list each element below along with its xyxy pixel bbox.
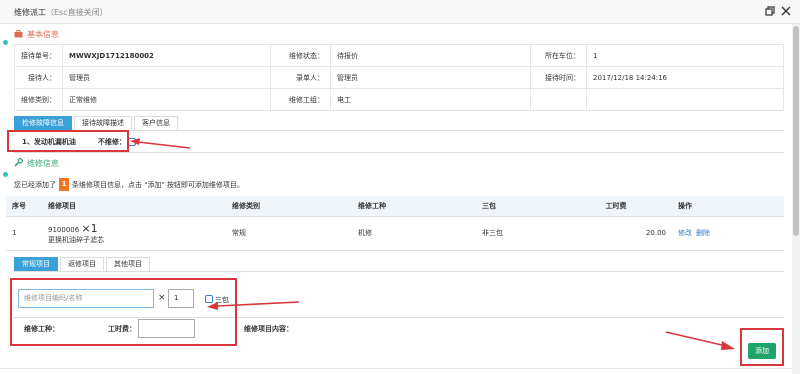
tab-inspection-fault[interactable]: 检修故障信息 (14, 116, 72, 130)
info-label (530, 88, 587, 111)
info-label: 接待单号： (14, 44, 63, 67)
add-button[interactable]: 添加 (748, 343, 776, 359)
info-label: 录单人： (270, 66, 331, 89)
col-header: 维修项目 (42, 196, 226, 217)
info-value: 管理员 (330, 66, 531, 89)
section-divider (14, 152, 784, 153)
scrollbar-thumb[interactable] (793, 26, 799, 236)
info-label: 所在车位： (530, 44, 587, 67)
repair-items-table: 序号 维修项目 维修类别 维修工种 三包 工时费 操作 1 9100006 ×1… (6, 196, 784, 251)
item-type-tabs: 常规项目 返修项目 其他项目 (14, 257, 152, 271)
wrench-icon (14, 158, 23, 169)
tab-reception-fault[interactable]: 接待故障描述 (74, 116, 132, 130)
basic-info-table: 接待单号： MWWXJD1712180002 维修状态： 待报价 所在车位： 1… (14, 44, 784, 111)
dialog-title: 维修派工（Esc直接关闭） (14, 7, 108, 18)
fault-tabs: 检修故障信息 接待故障描述 客户信息 (14, 116, 180, 130)
added-prefix: 您已经添加了 (14, 180, 56, 189)
content-label: 维修项目内容： (244, 325, 293, 333)
cell-actions: 修改 删除 (672, 216, 784, 251)
info-value: 电工 (330, 88, 531, 111)
info-row: 接待人： 管理员 录单人： 管理员 接待时间： 2017/12/18 14:24… (14, 66, 784, 89)
repair-info-heading: 维修信息 (14, 158, 59, 169)
dialog-title-hint: （Esc直接关闭） (46, 8, 108, 17)
info-value: 2017/12/18 14:24:16 (586, 66, 784, 89)
info-label: 维修工组： (270, 88, 331, 111)
section-dot (3, 40, 8, 45)
dialog-titlebar: 维修派工（Esc直接关闭） (0, 0, 800, 24)
added-count-badge: 1 (59, 178, 69, 191)
added-message: 您已经添加了 1 条维修项目信息，点击 "添加" 按钮即可添加维修项目。 (14, 178, 244, 191)
cell-item: 9100006 ×1 更换机油碎子滤芯 (42, 216, 226, 251)
cell-category: 常规 (226, 216, 352, 251)
info-value: 待报价 (330, 44, 531, 67)
col-header: 维修类别 (226, 196, 352, 217)
info-label: 接待人： (14, 66, 63, 89)
dialog-title-text: 维修派工 (14, 8, 46, 17)
info-value: 1 (586, 44, 784, 67)
col-header: 维修工种 (352, 196, 476, 217)
info-value (586, 88, 784, 111)
briefcase-icon (14, 29, 23, 40)
cell-cost: 20.00 (560, 216, 672, 251)
added-suffix: 条维修项目信息，点击 "添加" 按钮即可添加维修项目。 (72, 180, 244, 189)
close-icon[interactable] (780, 6, 792, 18)
basic-info-heading-text: 基本信息 (27, 30, 59, 39)
info-value: MWWXJD1712180002 (62, 44, 271, 67)
item-code: 9100006 (48, 225, 80, 234)
info-label: 维修状态： (270, 44, 331, 67)
edit-link[interactable]: 修改 (678, 229, 692, 237)
basic-info-heading: 基本信息 (14, 29, 59, 40)
footer-divider (0, 368, 792, 369)
col-header: 三包 (476, 196, 560, 217)
info-label: 维修类别： (14, 88, 63, 111)
info-value: 正常维修 (62, 88, 271, 111)
col-header: 序号 (6, 196, 42, 217)
annotation-arrow (130, 138, 191, 149)
table-row: 1 9100006 ×1 更换机油碎子滤芯 常规 机修 非三包 20.00 修改… (6, 216, 784, 251)
repair-info-heading-text: 维修信息 (27, 159, 59, 168)
annotation-arrow (665, 331, 735, 350)
cell-no: 1 (6, 216, 42, 251)
info-label: 接待时间： (530, 66, 587, 89)
info-row: 维修类别： 正常维修 维修工组： 电工 (14, 88, 784, 111)
tab-divider (14, 130, 784, 131)
info-row: 接待单号： MWWXJD1712180002 维修状态： 待报价 所在车位： 1 (14, 44, 784, 67)
section-dot (3, 172, 8, 177)
annotation-arrow (207, 301, 300, 310)
highlight-box (7, 130, 129, 152)
col-header: 工时费 (560, 196, 672, 217)
tab-regular-items[interactable]: 常规项目 (14, 257, 58, 271)
col-header: 操作 (672, 196, 784, 217)
table-header-row: 序号 维修项目 维修类别 维修工种 三包 工时费 操作 (6, 196, 784, 217)
info-value: 管理员 (62, 66, 271, 89)
cell-trade: 机修 (352, 216, 476, 251)
delete-link[interactable]: 删除 (696, 229, 710, 237)
item-name: 更换机油碎子滤芯 (48, 235, 104, 244)
tab-divider (14, 271, 784, 272)
highlight-box (10, 278, 237, 346)
tab-rework-items[interactable]: 返修项目 (60, 257, 104, 271)
tab-customer-info[interactable]: 客户信息 (134, 116, 178, 130)
restore-icon[interactable] (764, 6, 776, 18)
tab-other-items[interactable]: 其他项目 (106, 257, 150, 271)
cell-warranty: 非三包 (476, 216, 560, 251)
item-qty: ×1 (81, 221, 98, 235)
